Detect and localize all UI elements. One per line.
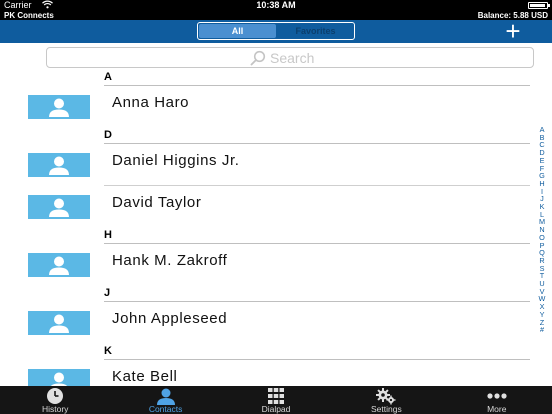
- alphabet-index[interactable]: A B C D E F G H I J K L M N O P Q R S T U V W X Y Z #: [536, 126, 548, 334]
- tab-dialpad[interactable]: Dialpad: [221, 386, 331, 414]
- person-icon: [156, 388, 175, 405]
- tab-dialpad-label: Dialpad: [261, 404, 291, 414]
- tab-history-label: History: [41, 404, 69, 414]
- avatar: [28, 95, 90, 119]
- index-letter[interactable]: #: [536, 326, 548, 334]
- section-header-d: D: [104, 128, 530, 144]
- battery-fill: [530, 4, 546, 7]
- avatar: [28, 153, 90, 177]
- app-name: PK Connects: [4, 11, 54, 20]
- contact-name: Kate Bell: [112, 368, 178, 385]
- battery-icon: [528, 2, 550, 9]
- contact-name: Daniel Higgins Jr.: [112, 152, 240, 169]
- section-header-a: A: [104, 70, 530, 86]
- tab-bar: History Contacts Dialpad Settings More: [0, 386, 552, 414]
- filter-segmented-control: All Favorites: [197, 22, 355, 40]
- more-icon: [487, 393, 507, 399]
- search-icon: [250, 50, 266, 65]
- tab-contacts[interactable]: Contacts: [110, 386, 220, 414]
- search-bar[interactable]: [46, 47, 534, 68]
- contact-row[interactable]: Anna Haro: [0, 86, 530, 128]
- tab-contacts-label: Contacts: [148, 404, 183, 414]
- contact-name: David Taylor: [112, 194, 202, 211]
- status-bar: Carrier 10:38 AM: [0, 0, 552, 11]
- tab-more[interactable]: More: [442, 386, 552, 414]
- avatar: [28, 311, 90, 335]
- avatar: [28, 369, 90, 386]
- clock-icon: [47, 388, 64, 404]
- tab-settings-label: Settings: [371, 404, 402, 414]
- avatar-person-icon: [49, 156, 69, 175]
- add-contact-button[interactable]: +: [500, 18, 526, 44]
- avatar-person-icon: [49, 256, 69, 275]
- contact-row[interactable]: David Taylor: [0, 186, 530, 228]
- contact-row[interactable]: Hank M. Zakroff: [0, 244, 530, 286]
- contact-name: Hank M. Zakroff: [112, 252, 228, 269]
- contact-row[interactable]: Daniel Higgins Jr.: [0, 144, 530, 186]
- tab-history[interactable]: History: [0, 386, 110, 414]
- search-input[interactable]: [270, 49, 330, 66]
- avatar-person-icon: [49, 314, 69, 333]
- avatar-person-icon: [49, 198, 69, 217]
- screen: Carrier 10:38 AM PK Connects Balance: 5.…: [0, 0, 552, 414]
- contact-row[interactable]: John Appleseed: [0, 302, 530, 344]
- status-time: 10:38 AM: [256, 0, 296, 10]
- gear-icon: [376, 388, 396, 405]
- nav-bar: All Favorites +: [0, 18, 552, 44]
- segment-favorites[interactable]: Favorites: [277, 23, 354, 39]
- section-header-h: H: [104, 228, 530, 244]
- segment-all[interactable]: All: [199, 24, 276, 38]
- section-header-j: J: [104, 286, 530, 302]
- contact-name: John Appleseed: [112, 310, 228, 327]
- section-header-k: K: [104, 344, 530, 360]
- tab-more-label: More: [487, 404, 507, 414]
- dialpad-icon: [267, 388, 284, 404]
- avatar-person-icon: [49, 98, 69, 117]
- avatar: [28, 195, 90, 219]
- tab-settings[interactable]: Settings: [331, 386, 441, 414]
- info-bar: PK Connects Balance: 5.88 USD: [0, 11, 552, 20]
- contact-row[interactable]: Kate Bell: [0, 360, 530, 386]
- contact-name: Anna Haro: [112, 94, 190, 111]
- avatar-person-icon: [50, 372, 68, 386]
- contact-list[interactable]: A Anna Haro D Daniel Higgins Jr. David Taylo…: [0, 70, 530, 386]
- avatar: [28, 253, 90, 277]
